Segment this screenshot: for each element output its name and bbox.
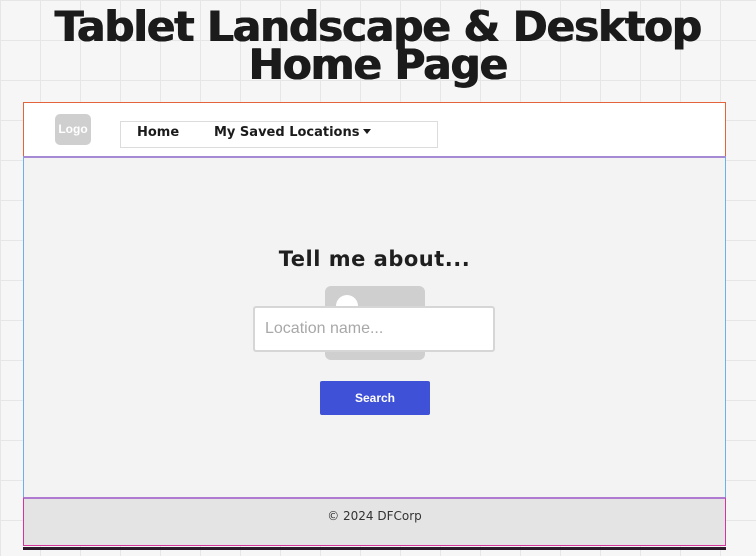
prompt-heading: Tell me about... <box>278 247 471 271</box>
page-title: Tablet Landscape & Desktop Home Page <box>0 6 756 89</box>
main-content: Tell me about... Search <box>23 156 726 498</box>
nav-bar: Home My Saved Locations <box>120 121 438 148</box>
nav-saved-locations-label: My Saved Locations <box>214 125 360 140</box>
nav-home-link[interactable]: Home <box>137 122 179 147</box>
search-button[interactable]: Search <box>320 381 430 415</box>
site-footer: © 2024 DFCorp <box>23 497 726 546</box>
page-title-line-2: Home Page <box>248 40 508 89</box>
nav-saved-locations-dropdown[interactable]: My Saved Locations <box>214 122 372 147</box>
logo[interactable]: Logo <box>55 114 91 145</box>
chevron-down-icon <box>363 129 372 134</box>
site-header: Logo Home My Saved Locations <box>23 102 726 157</box>
bottom-divider <box>23 547 726 550</box>
footer-copyright: © 2024 DFCorp <box>327 509 422 523</box>
location-search-input[interactable] <box>253 306 495 352</box>
